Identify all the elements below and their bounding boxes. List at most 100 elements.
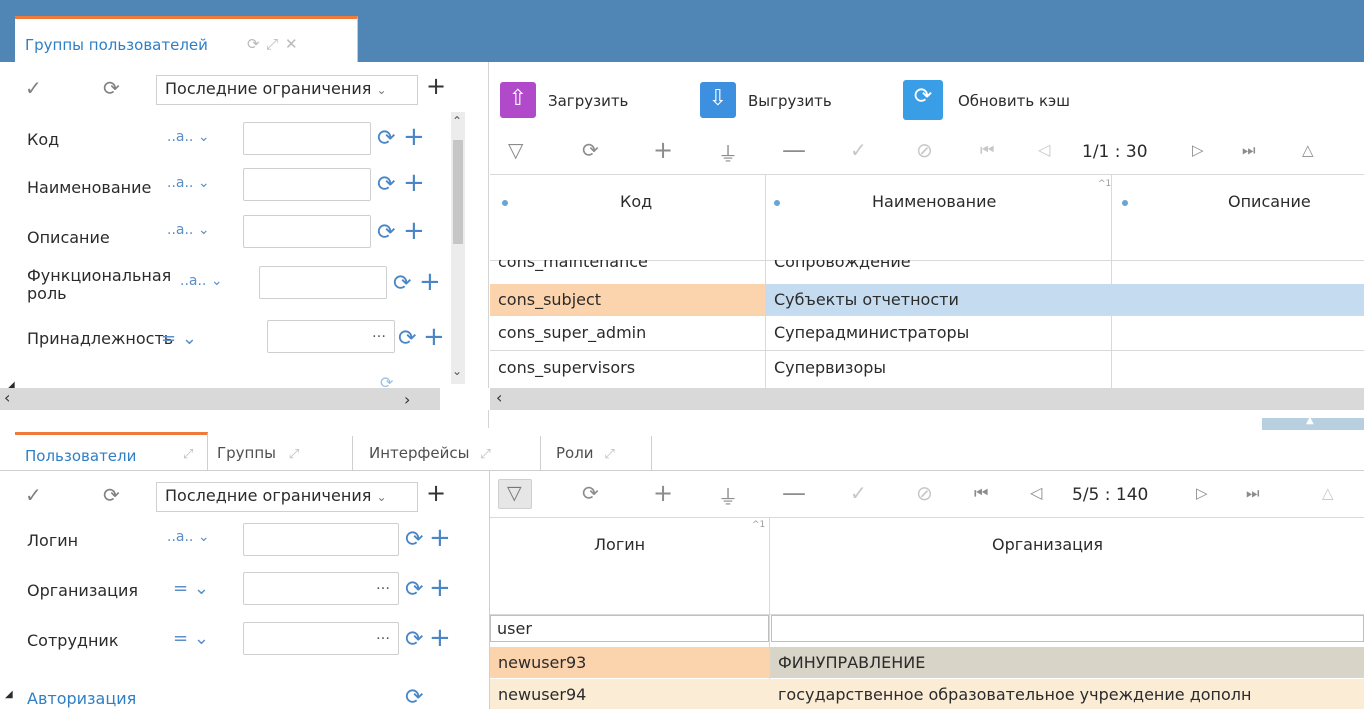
reset-icon[interactable]: ⟳ — [103, 483, 120, 507]
expand-arrow-icon[interactable]: ◢ — [5, 689, 13, 700]
refresh-icon[interactable]: ⟳ — [582, 138, 599, 162]
add-icon[interactable]: + — [429, 525, 451, 551]
login-input[interactable] — [243, 523, 399, 556]
column-header-organization[interactable]: Организация — [992, 535, 1103, 554]
reset-icon[interactable]: ⟳ — [103, 76, 120, 100]
tab-user-groups[interactable]: Группы пользователей ⟳ ⤢ ✕ — [15, 16, 358, 62]
login-filter-input[interactable]: user — [490, 615, 769, 642]
op-like[interactable]: ..a.. ⌄ — [167, 175, 210, 191]
employee-input[interactable]: … — [243, 622, 399, 655]
maximize-icon[interactable]: ⤢ — [183, 447, 193, 462]
refresh-icon[interactable]: ⟳ — [377, 128, 395, 150]
add-icon[interactable]: + — [403, 124, 425, 150]
refresh-icon[interactable]: ⟳ — [398, 328, 416, 350]
last-page-icon[interactable]: ⏭ — [1242, 141, 1256, 159]
refresh-cache-button[interactable]: ⟳ — [903, 80, 943, 120]
code-input[interactable] — [243, 122, 371, 155]
table-row[interactable]: cons_supervisors Супервизоры — [490, 351, 1364, 385]
refresh-icon[interactable]: ⟳ — [377, 222, 395, 244]
tab-roles[interactable]: Роли ⤢ — [556, 436, 652, 470]
sort-up-icon[interactable]: △ — [1322, 484, 1334, 502]
table-row[interactable]: cons_super_admin Суперадминистраторы — [490, 316, 1364, 350]
op-like[interactable]: ..a.. ⌄ — [167, 129, 210, 145]
save-check-icon[interactable]: ✓ — [850, 138, 867, 162]
refresh-cache-label[interactable]: Обновить кэш — [958, 92, 1070, 110]
refresh-icon[interactable]: ⟳ — [405, 529, 423, 551]
refresh-icon[interactable]: ⟳ — [405, 629, 423, 651]
cancel-icon[interactable]: ⊘ — [916, 481, 933, 505]
scroll-up-icon[interactable]: ⌃ — [452, 114, 462, 128]
column-header-login[interactable]: Логин — [594, 535, 645, 554]
tab-groups[interactable]: Группы ⤢ — [217, 436, 353, 470]
filter-icon[interactable]: ▽ — [508, 138, 523, 162]
ellipsis-icon[interactable]: … — [372, 325, 386, 341]
group-authorization[interactable]: Авторизация — [27, 689, 136, 708]
refresh-icon[interactable]: ⟳ — [405, 687, 423, 709]
column-header-code[interactable]: Код — [620, 192, 652, 211]
last-page-icon[interactable]: ⏭ — [1246, 484, 1260, 502]
add-icon[interactable]: + — [423, 324, 445, 350]
add-icon[interactable]: + — [653, 136, 673, 164]
filter-preset-select[interactable]: Последние ограничения ⌄ — [156, 482, 418, 512]
apply-check-icon[interactable]: ✓ — [25, 76, 42, 100]
vertical-scrollbar[interactable]: ⌃ ⌄ — [451, 112, 465, 384]
upload-button[interactable]: ⇧ — [500, 82, 536, 118]
op-like[interactable]: ..a.. ⌄ — [180, 273, 223, 289]
ellipsis-icon[interactable]: … — [376, 577, 390, 593]
table-row[interactable]: newuser93 ФИНУПРАВЛЕНИЕ — [490, 647, 1364, 678]
add-filter-icon[interactable]: + — [426, 72, 446, 100]
scroll-right-icon[interactable]: › — [404, 390, 410, 409]
add-icon[interactable]: + — [403, 170, 425, 196]
column-header-name[interactable]: Наименование — [872, 192, 996, 211]
horizontal-scrollbar[interactable]: ‹ — [490, 388, 1364, 410]
maximize-icon[interactable]: ⤢ — [480, 447, 490, 462]
op-like[interactable]: ..a.. ⌄ — [167, 222, 210, 238]
refresh-icon[interactable]: ⟳ — [377, 174, 395, 196]
tab-interfaces[interactable]: Интерфейсы ⤢ — [369, 436, 541, 470]
organization-input[interactable]: … — [243, 572, 399, 605]
refresh-icon[interactable]: ⟳ — [247, 35, 260, 53]
scroll-down-icon[interactable]: ⌄ — [452, 364, 462, 378]
filter-clear-icon[interactable]: ⏚ — [718, 481, 738, 510]
apply-check-icon[interactable]: ✓ — [25, 483, 42, 507]
functional-role-input[interactable] — [259, 266, 387, 299]
description-input[interactable] — [243, 215, 371, 248]
column-header-description[interactable]: Описание — [1228, 192, 1311, 211]
refresh-icon[interactable]: ⟳ — [582, 481, 599, 505]
add-icon[interactable]: + — [653, 479, 673, 507]
first-page-icon[interactable]: ⏮ — [980, 140, 994, 160]
cancel-icon[interactable]: ⊘ — [916, 138, 933, 162]
scroll-left-icon[interactable]: ‹ — [496, 388, 502, 407]
remove-icon[interactable]: — — [782, 136, 806, 164]
add-icon[interactable]: + — [429, 625, 451, 651]
table-row[interactable]: newuser94 государственное образовательно… — [490, 679, 1364, 709]
organization-filter-input[interactable] — [771, 615, 1364, 642]
filter-clear-icon[interactable]: ⏚ — [718, 138, 738, 167]
op-equals[interactable]: = ⌄ — [173, 628, 209, 649]
op-like[interactable]: ..a.. ⌄ — [167, 529, 210, 545]
op-equals[interactable]: = ⌄ — [161, 328, 197, 349]
horizontal-scrollbar[interactable]: ‹ › — [0, 388, 440, 410]
name-input[interactable] — [243, 168, 371, 201]
maximize-icon[interactable]: ⤢ — [266, 35, 278, 53]
splitter-handle[interactable]: ▲ — [1262, 415, 1364, 430]
ellipsis-icon[interactable]: … — [376, 627, 390, 643]
op-equals[interactable]: = ⌄ — [173, 578, 209, 599]
download-label[interactable]: Выгрузить — [748, 92, 832, 110]
tab-users[interactable]: Пользователи ⤢ — [15, 432, 208, 470]
table-row-selected[interactable]: cons_subject Субъекты отчетности — [490, 284, 1364, 315]
scroll-left-icon[interactable]: ‹ — [4, 388, 10, 407]
add-filter-icon[interactable]: + — [426, 479, 446, 507]
maximize-icon[interactable]: ⤢ — [604, 447, 614, 462]
filter-toggle-button[interactable]: ▽ — [498, 479, 532, 509]
prev-page-icon[interactable]: ◁ — [1030, 483, 1042, 502]
prev-page-icon[interactable]: ◁ — [1038, 140, 1050, 159]
add-icon[interactable]: + — [419, 269, 441, 295]
remove-icon[interactable]: — — [782, 479, 806, 507]
add-icon[interactable]: + — [403, 218, 425, 244]
download-button[interactable]: ⇩ — [700, 82, 736, 118]
close-icon[interactable]: ✕ — [285, 35, 298, 53]
refresh-icon[interactable]: ⟳ — [393, 273, 411, 295]
upload-label[interactable]: Загрузить — [548, 92, 628, 110]
refresh-icon[interactable]: ⟳ — [405, 579, 423, 601]
